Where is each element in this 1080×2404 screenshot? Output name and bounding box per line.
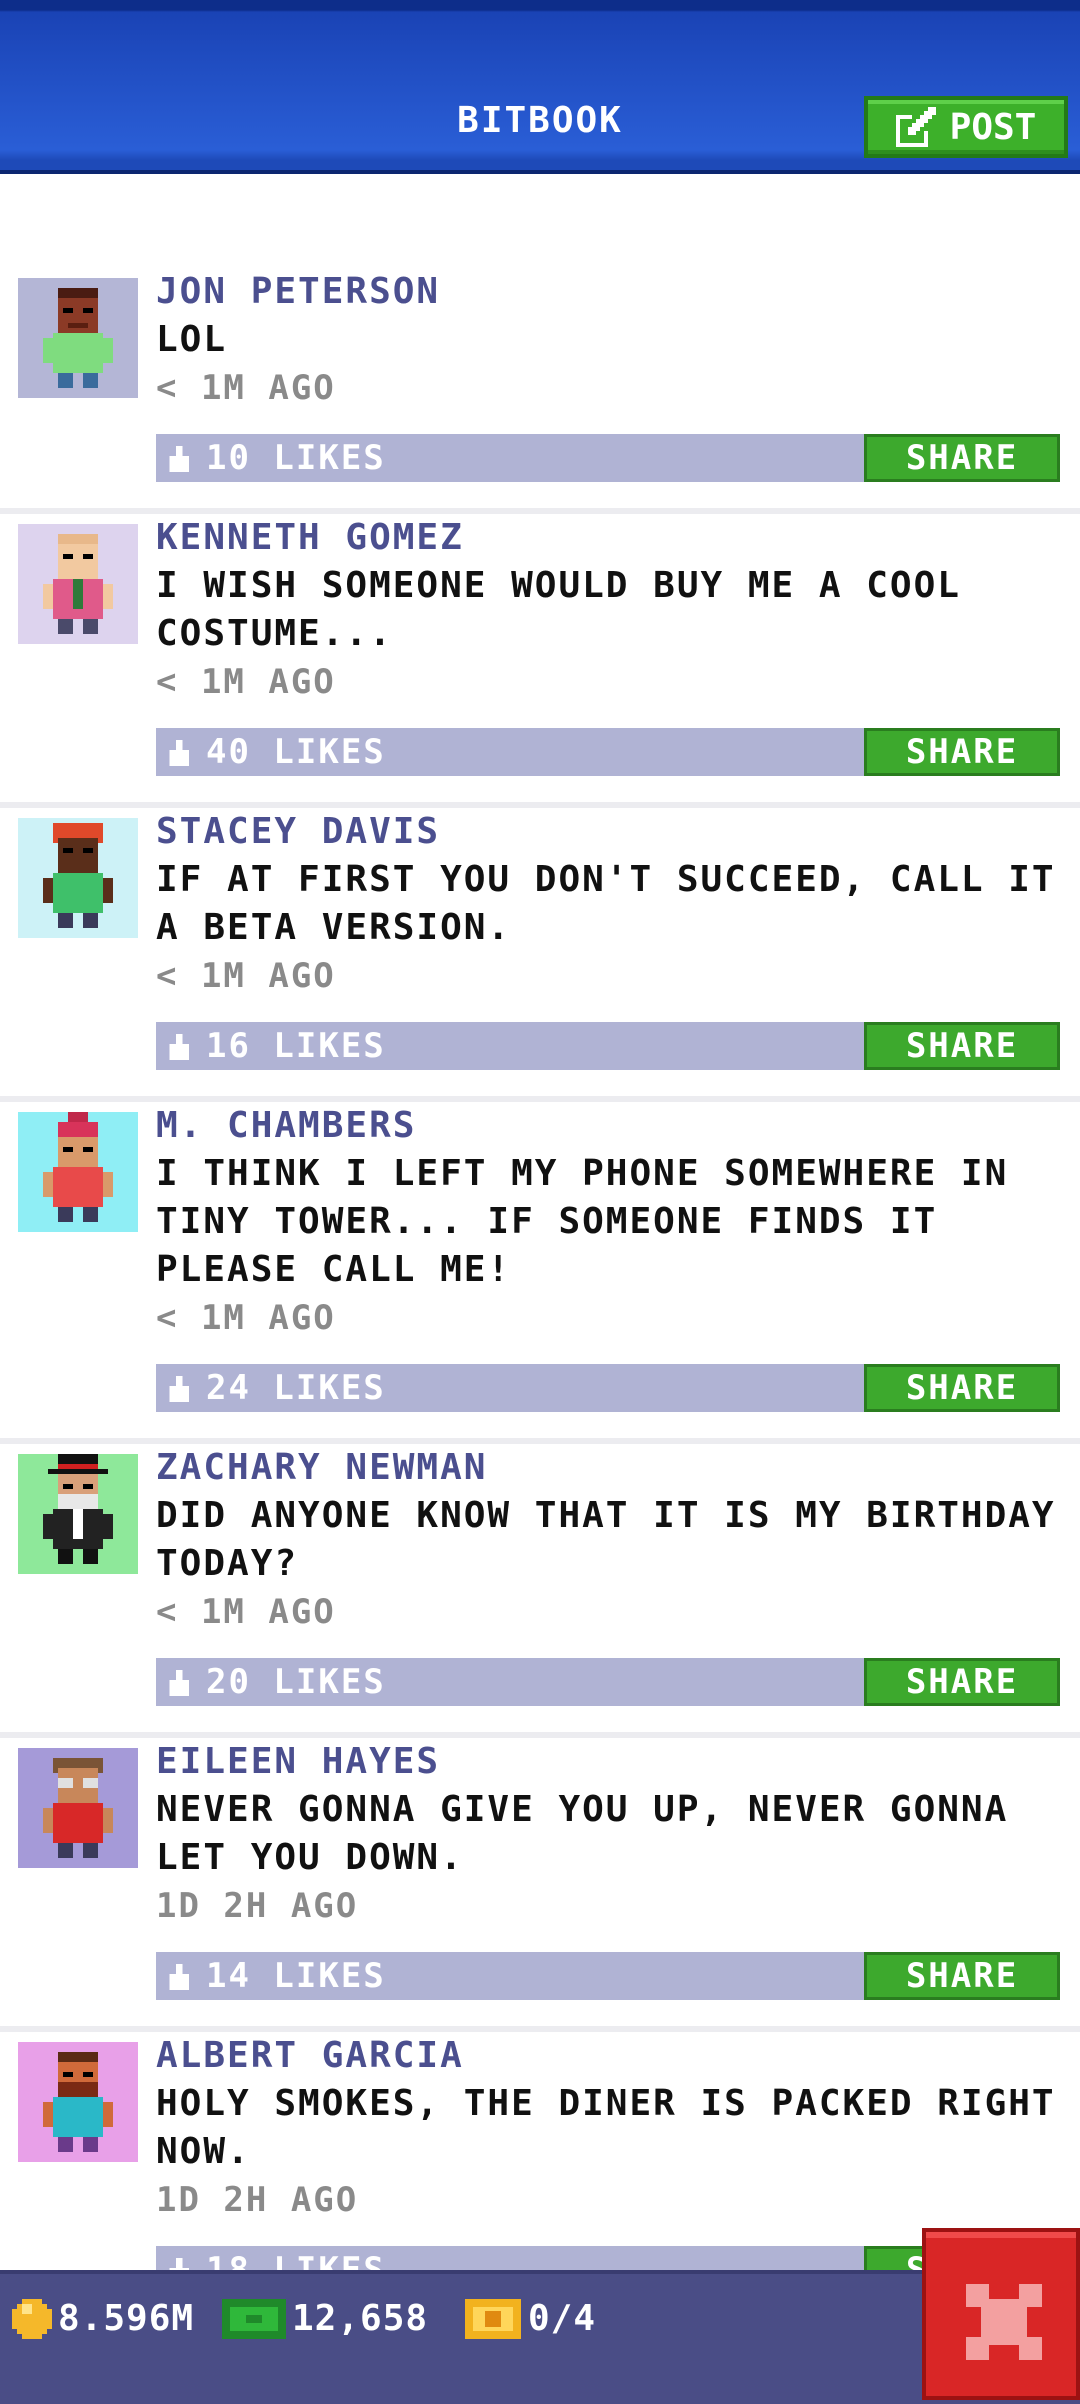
currency-bar: 8.596M 12,658 0/4 <box>0 2270 1080 2404</box>
post-author: STACEY DAVIS <box>156 811 441 852</box>
post-author: M. CHAMBERS <box>156 1105 417 1146</box>
post-message: DID ANYONE KNOW THAT IT IS MY BIRTHDAY T… <box>156 1495 1056 1584</box>
coin-icon <box>12 2298 52 2339</box>
avatar <box>18 1748 138 1868</box>
post-time: < 1M AGO <box>156 1298 336 1338</box>
tickets-stat: 0/4 <box>464 2298 596 2339</box>
ticket-icon <box>465 2298 521 2339</box>
likes-count: 10 LIKES <box>206 438 386 478</box>
likes-count: 40 LIKES <box>206 732 386 772</box>
avatar <box>18 818 138 938</box>
post-time: < 1M AGO <box>156 368 336 408</box>
feed-post: EILEEN HAYES NEVER GONNA GIVE YOU UP, NE… <box>0 1738 1080 2032</box>
bux-stat: 12,658 <box>222 2298 428 2339</box>
likes-count: 14 LIKES <box>206 1956 386 1996</box>
edit-icon <box>895 107 936 147</box>
share-button[interactable]: SHARE <box>864 434 1060 482</box>
thumbs-up-icon <box>169 1034 189 1060</box>
post-time: 1D 2H AGO <box>156 1886 359 1926</box>
thumbs-up-icon <box>169 1376 189 1402</box>
likes-count: 20 LIKES <box>206 1662 386 1702</box>
feed-post: STACEY DAVIS IF AT FIRST YOU DON'T SUCCE… <box>0 808 1080 1102</box>
likes-count: 24 LIKES <box>206 1368 386 1408</box>
thumbs-up-icon <box>169 1964 189 1990</box>
likes-bar[interactable]: 40 LIKES SHARE <box>156 728 1060 776</box>
post-message: IF AT FIRST YOU DON'T SUCCEED, CALL IT A… <box>156 859 1056 948</box>
tickets-value: 0/4 <box>528 2298 597 2339</box>
post-time: 1D 2H AGO <box>156 2180 359 2220</box>
avatar <box>18 524 138 644</box>
feed-list: JON PETERSON LOL < 1M AGO 10 LIKES SHARE <box>0 268 1080 2326</box>
post-message: LOL <box>156 319 228 360</box>
post-time: < 1M AGO <box>156 1592 336 1632</box>
avatar <box>18 1454 138 1574</box>
post-author: ALBERT GARCIA <box>156 2035 464 2076</box>
post-message: I THINK I LEFT MY PHONE SOMEWHERE IN TIN… <box>156 1153 1009 1290</box>
post-label: POST <box>949 106 1037 148</box>
likes-bar[interactable]: 16 LIKES SHARE <box>156 1022 1060 1070</box>
post-author: JON PETERSON <box>156 271 441 312</box>
close-button[interactable] <box>922 2228 1080 2400</box>
feed-post: KENNETH GOMEZ I WISH SOMEONE WOULD BUY M… <box>0 514 1080 808</box>
thumbs-up-icon <box>169 740 189 766</box>
post-button[interactable]: POST <box>864 96 1068 158</box>
post-author: EILEEN HAYES <box>156 1741 441 1782</box>
likes-bar[interactable]: 14 LIKES SHARE <box>156 1952 1060 2000</box>
bux-value: 12,658 <box>292 2298 429 2339</box>
avatar <box>18 278 138 398</box>
coins-stat: 8.596M <box>12 2298 194 2339</box>
feed-post: ZACHARY NEWMAN DID ANYONE KNOW THAT IT I… <box>0 1444 1080 1738</box>
top-bar: BITBOOK POST <box>0 0 1080 174</box>
thumbs-up-icon <box>169 1670 189 1696</box>
close-icon <box>966 2284 1042 2360</box>
avatar <box>18 2042 138 2162</box>
share-button[interactable]: SHARE <box>864 1364 1060 1412</box>
share-button[interactable]: SHARE <box>864 1022 1060 1070</box>
post-author: ZACHARY NEWMAN <box>156 1447 488 1488</box>
post-author: KENNETH GOMEZ <box>156 517 464 558</box>
feed-post: M. CHAMBERS I THINK I LEFT MY PHONE SOME… <box>0 1102 1080 1444</box>
share-button[interactable]: SHARE <box>864 1952 1060 2000</box>
likes-bar[interactable]: 10 LIKES SHARE <box>156 434 1060 482</box>
post-message: NEVER GONNA GIVE YOU UP, NEVER GONNA LET… <box>156 1789 1009 1878</box>
feed-post: JON PETERSON LOL < 1M AGO 10 LIKES SHARE <box>0 268 1080 514</box>
avatar <box>18 1112 138 1232</box>
post-time: < 1M AGO <box>156 662 336 702</box>
post-message: I WISH SOMEONE WOULD BUY ME A COOL COSTU… <box>156 565 961 654</box>
thumbs-up-icon <box>169 446 189 472</box>
coins-value: 8.596M <box>58 2298 195 2339</box>
post-time: < 1M AGO <box>156 956 336 996</box>
post-message: HOLY SMOKES, THE DINER IS PACKED RIGHT N… <box>156 2083 1056 2172</box>
bux-icon <box>222 2298 286 2339</box>
likes-count: 16 LIKES <box>206 1026 386 1066</box>
likes-bar[interactable]: 24 LIKES SHARE <box>156 1364 1060 1412</box>
share-button[interactable]: SHARE <box>864 1658 1060 1706</box>
likes-bar[interactable]: 20 LIKES SHARE <box>156 1658 1060 1706</box>
share-button[interactable]: SHARE <box>864 728 1060 776</box>
